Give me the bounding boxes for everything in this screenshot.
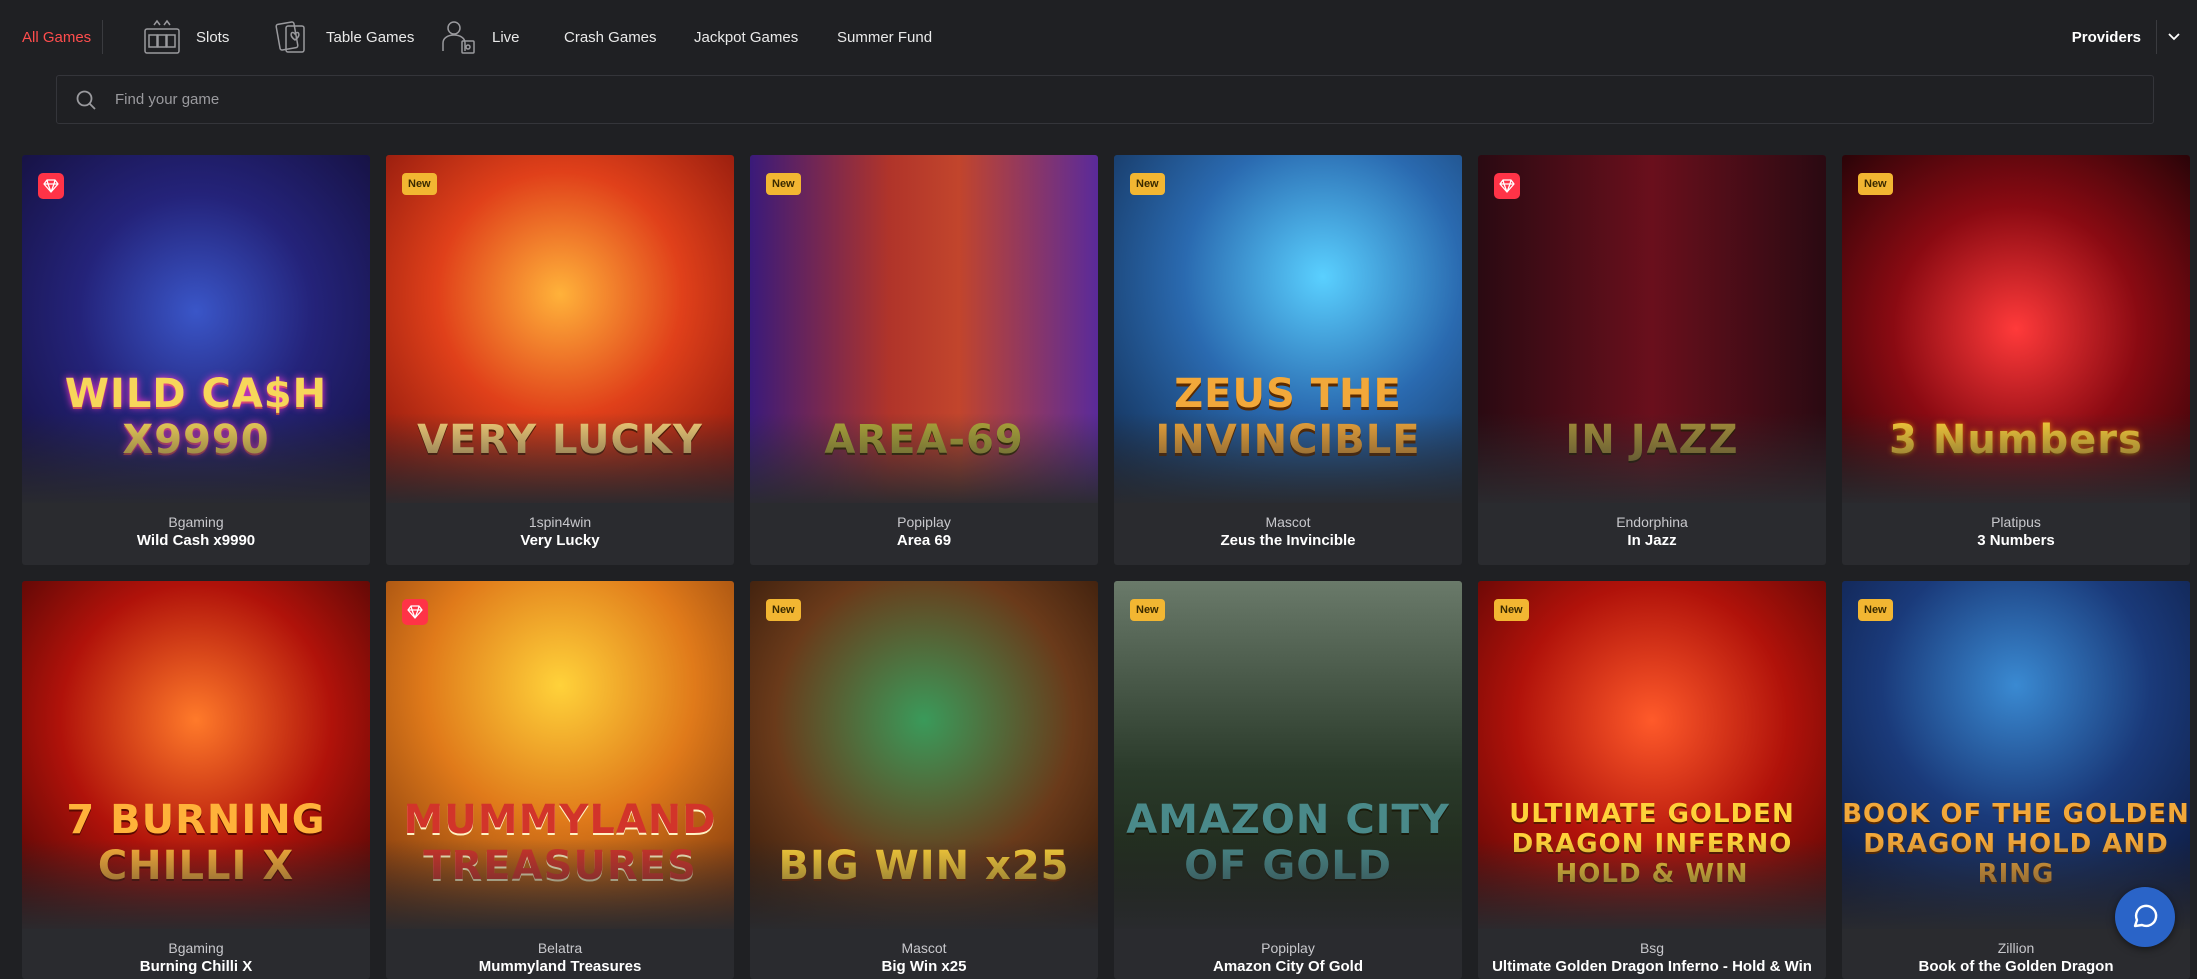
nav-crash-games[interactable]: Crash Games <box>564 0 657 74</box>
thumbnail-fade <box>1478 839 1826 929</box>
top-navigation: All Games Slots Table Games Live Crash G… <box>0 0 2197 74</box>
game-thumbnail: 3 NumbersNew <box>1842 155 2190 503</box>
gem-icon <box>38 173 64 199</box>
new-badge: New <box>1858 173 1893 195</box>
live-dealer-icon <box>438 17 478 57</box>
chat-bubble-icon <box>2133 904 2158 928</box>
new-badge: New <box>766 173 801 195</box>
nav-table-games[interactable]: Table Games <box>272 0 414 74</box>
nav-divider <box>102 20 103 54</box>
game-thumbnail: ULTIMATE GOLDEN DRAGON INFERNO HOLD & WI… <box>1478 581 1826 929</box>
game-thumbnail: AREA-69New <box>750 155 1098 503</box>
chevron-down-icon[interactable] <box>2165 28 2183 46</box>
nav-summer-fund[interactable]: Summer Fund <box>837 0 932 74</box>
game-card[interactable]: BIG WIN x25New Mascot Big Win x25 <box>750 581 1098 979</box>
game-provider: Platipus <box>1991 514 2041 530</box>
game-thumbnail: MUMMYLAND TREASURES <box>386 581 734 929</box>
game-thumbnail: 7 BURNING CHILLI X <box>22 581 370 929</box>
new-badge: New <box>402 173 437 195</box>
game-thumbnail: IN JAZZ <box>1478 155 1826 503</box>
new-badge: New <box>1130 173 1165 195</box>
game-name: Zeus the Invincible <box>1220 532 1356 549</box>
game-thumbnail: AMAZON CITY OF GOLDNew <box>1114 581 1462 929</box>
game-card[interactable]: ULTIMATE GOLDEN DRAGON INFERNO HOLD & WI… <box>1478 581 1826 979</box>
game-name: Big Win x25 <box>881 958 967 975</box>
game-provider: Bgaming <box>168 940 224 956</box>
new-badge: New <box>766 599 801 621</box>
thumbnail-fade <box>1114 413 1462 503</box>
search-bar <box>56 75 2154 124</box>
game-name: Wild Cash x9990 <box>136 532 256 549</box>
nav-slots-label: Slots <box>196 28 230 46</box>
gem-icon <box>402 599 428 625</box>
game-thumbnail: WILD CA$H X9990 <box>22 155 370 503</box>
thumbnail-fade <box>1478 413 1826 503</box>
game-provider: Belatra <box>537 940 583 956</box>
new-badge: New <box>1858 599 1893 621</box>
thumbnail-fade <box>1114 839 1462 929</box>
game-provider: Mascot <box>901 940 947 956</box>
game-name: Area 69 <box>896 532 952 549</box>
game-card[interactable]: AMAZON CITY OF GOLDNew Popiplay Amazon Cit… <box>1114 581 1462 979</box>
search-icon <box>75 89 97 111</box>
providers-dropdown[interactable]: Providers <box>2072 0 2141 74</box>
game-provider: Bgaming <box>168 514 224 530</box>
game-name: In Jazz <box>1627 532 1677 549</box>
game-name: 3 Numbers <box>1977 532 2055 549</box>
thumbnail-fade <box>750 839 1098 929</box>
game-card[interactable]: VERY LUCKYNew 1spin4win Very Lucky <box>386 155 734 565</box>
game-card[interactable]: ZEUS THE INVINCIBLENew Mascot Zeus the Inv… <box>1114 155 1462 565</box>
game-thumbnail: VERY LUCKYNew <box>386 155 734 503</box>
nav-live[interactable]: Live <box>438 0 520 74</box>
nav-jackpot-games[interactable]: Jackpot Games <box>694 0 798 74</box>
game-card[interactable]: AREA-69New Popiplay Area 69 <box>750 155 1098 565</box>
game-thumbnail: BOOK OF THE GOLDEN DRAGON HOLD AND RINGN… <box>1842 581 2190 929</box>
thumbnail-fade <box>750 413 1098 503</box>
thumbnail-fade <box>386 839 734 929</box>
game-provider: Endorphina <box>1616 514 1688 530</box>
game-provider: Mascot <box>1265 514 1311 530</box>
game-thumbnail: BIG WIN x25New <box>750 581 1098 929</box>
game-name: Amazon City Of Gold <box>1213 958 1363 975</box>
game-card[interactable]: 3 NumbersNew Platipus 3 Numbers <box>1842 155 2190 565</box>
game-card[interactable]: IN JAZZ Endorphina In Jazz <box>1478 155 1826 565</box>
nav-table-games-label: Table Games <box>326 28 415 46</box>
chat-button[interactable] <box>2115 887 2175 947</box>
new-badge: New <box>1494 599 1529 621</box>
game-name: Ultimate Golden Dragon Inferno - Hold & … <box>1492 958 1812 975</box>
new-badge: New <box>1130 599 1165 621</box>
thumbnail-fade <box>22 839 370 929</box>
thumbnail-fade <box>386 413 734 503</box>
nav-live-label: Live <box>492 28 520 46</box>
nav-all-games[interactable]: All Games <box>22 0 91 74</box>
game-card[interactable]: MUMMYLAND TREASURES Belatra Mummyland Trea… <box>386 581 734 979</box>
search-input[interactable] <box>115 91 2015 108</box>
game-provider: Popiplay <box>897 514 951 530</box>
game-name: Burning Chilli X <box>139 958 253 975</box>
game-name: Very Lucky <box>520 532 600 549</box>
thumbnail-fade <box>1842 413 2190 503</box>
game-provider: Bsg <box>1639 940 1665 956</box>
thumbnail-fade <box>22 413 370 503</box>
providers-divider <box>2156 20 2157 54</box>
game-card[interactable]: WILD CA$H X9990 Bgaming Wild Cash x9990 <box>22 155 370 565</box>
gem-icon <box>1494 173 1520 199</box>
game-name: Book of the Golden Dragon <box>1918 958 2114 975</box>
game-provider: 1spin4win <box>528 514 592 530</box>
game-card[interactable]: 7 BURNING CHILLI X Bgaming Burning Chilli … <box>22 581 370 979</box>
game-provider: Popiplay <box>1261 940 1315 956</box>
nav-slots[interactable]: Slots <box>142 0 229 74</box>
game-thumbnail: ZEUS THE INVINCIBLENew <box>1114 155 1462 503</box>
playing-cards-icon <box>272 17 312 57</box>
game-name: Mummyland Treasures <box>478 958 642 975</box>
slot-machine-icon <box>142 17 182 57</box>
